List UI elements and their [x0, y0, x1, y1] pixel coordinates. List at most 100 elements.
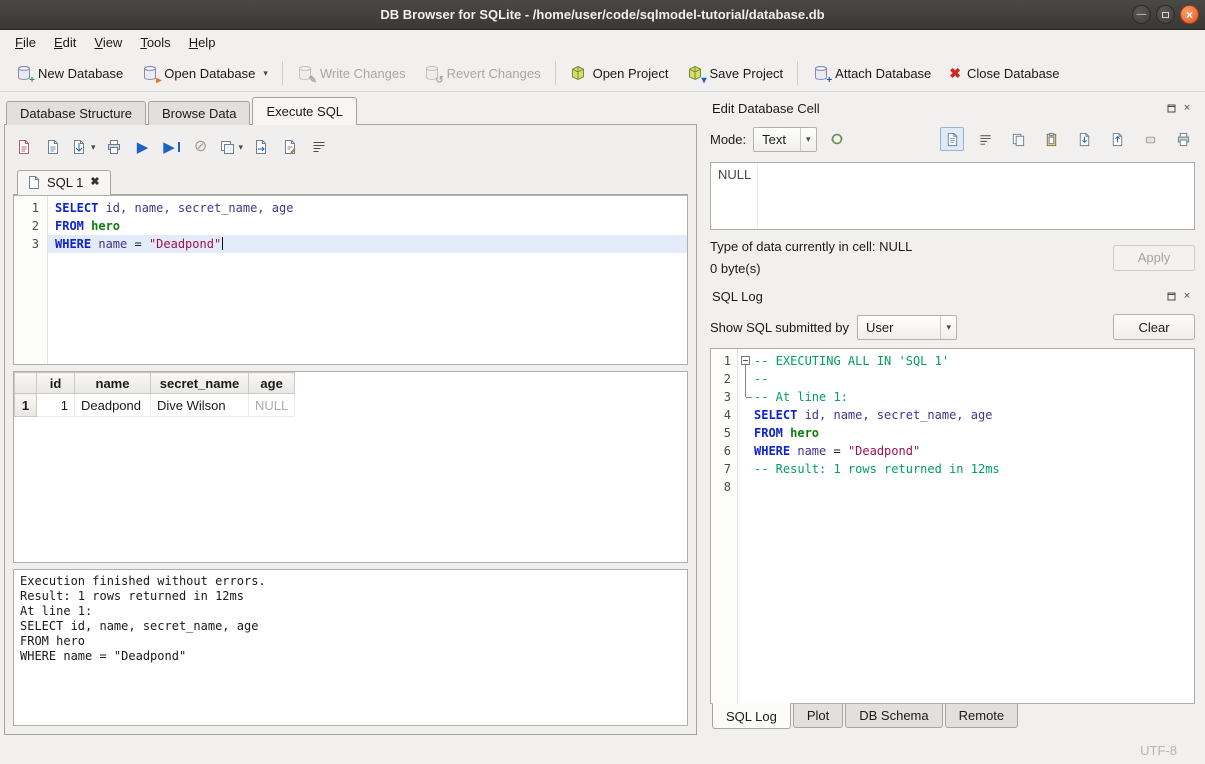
- sql-doc-tab-close-icon[interactable]: ✖: [90, 177, 99, 188]
- sql-editor[interactable]: 1 2 3 SELECT id, name, secret_name, age …: [13, 195, 688, 365]
- open-query-tab-dropdown-icon[interactable]: ▾: [239, 142, 244, 153]
- maximize-button[interactable]: [1156, 5, 1175, 24]
- menu-view[interactable]: View: [85, 32, 131, 53]
- import-icon: [1077, 132, 1092, 147]
- cell-id[interactable]: 1: [37, 394, 75, 417]
- corner-header[interactable]: [15, 373, 37, 394]
- results-header-row: id name secret_name age: [15, 373, 295, 394]
- edit-cell-float-icon[interactable]: [1163, 101, 1179, 115]
- open-database-button[interactable]: ▸ Open Database ▾: [132, 58, 277, 88]
- menu-tools[interactable]: Tools: [131, 32, 179, 53]
- editor-code-area[interactable]: SELECT id, name, secret_name, age FROM h…: [48, 196, 687, 364]
- sql-doc-icon: [28, 176, 40, 189]
- mode-dropdown-icon: ▾: [800, 128, 816, 151]
- apply-button[interactable]: Apply: [1113, 245, 1195, 271]
- menu-edit[interactable]: Edit: [45, 32, 85, 53]
- results-grid[interactable]: id name secret_name age 1 1 Deadpond Div…: [13, 371, 688, 563]
- menu-file[interactable]: File: [6, 32, 45, 53]
- sql-toolbar: ▾ ▶ ▶ ⊘: [13, 133, 688, 161]
- save-sql-file-as-button[interactable]: ▾: [71, 135, 96, 159]
- close-database-icon: ✖: [949, 65, 961, 82]
- log-line: WHERE name = "Deadpond": [738, 442, 1194, 460]
- cell-editor[interactable]: NULL: [710, 162, 1195, 230]
- save-project-button[interactable]: ▾ Save Project: [677, 58, 792, 88]
- export-results-button[interactable]: [250, 135, 272, 159]
- log-filter-value: User: [866, 320, 893, 335]
- cell-secret-name[interactable]: Dive Wilson: [151, 394, 249, 417]
- tab-remote[interactable]: Remote: [945, 704, 1019, 728]
- format-sql-button[interactable]: [279, 135, 301, 159]
- mode-select[interactable]: Text ▾: [753, 127, 816, 152]
- cell-name[interactable]: Deadpond: [75, 394, 151, 417]
- set-null-button[interactable]: [1138, 127, 1162, 151]
- log-filter-label: Show SQL submitted by: [710, 320, 849, 335]
- column-header-name[interactable]: name: [75, 373, 151, 394]
- tab-database-structure[interactable]: Database Structure: [6, 101, 146, 125]
- write-changes-button[interactable]: ✎ Write Changes: [288, 58, 415, 88]
- open-project-button[interactable]: Open Project: [561, 58, 678, 88]
- log-filter-select[interactable]: User ▾: [857, 315, 957, 340]
- write-changes-icon: ✎: [297, 65, 314, 82]
- close-database-button[interactable]: ✖ Close Database: [940, 58, 1068, 88]
- editor-current-line: WHERE name = "Deadpond": [48, 235, 687, 253]
- clear-log-button[interactable]: Clear: [1113, 314, 1195, 340]
- sql-log-float-icon[interactable]: [1163, 289, 1179, 303]
- close-button[interactable]: ×: [1180, 5, 1199, 24]
- attach-database-button[interactable]: + Attach Database: [803, 58, 940, 88]
- tab-db-schema[interactable]: DB Schema: [845, 704, 942, 728]
- new-database-button[interactable]: + New Database: [6, 58, 132, 88]
- sql-log-filter-row: Show SQL submitted by User ▾ Clear: [710, 314, 1195, 340]
- fold-marker-icon[interactable]: [738, 352, 754, 370]
- sql-log-viewer[interactable]: 1 2 3 4 5 6 7 8 -- EXECUTING ALL IN 'SQL…: [710, 348, 1195, 704]
- stop-icon: ⊘: [194, 139, 207, 155]
- tab-plot[interactable]: Plot: [793, 704, 843, 728]
- menu-help[interactable]: Help: [180, 32, 225, 53]
- print-sql-button[interactable]: [103, 135, 125, 159]
- import-cell-data-button[interactable]: [1072, 127, 1096, 151]
- main-area: Database Structure Browse Data Execute S…: [0, 92, 1205, 737]
- open-query-tab-button[interactable]: ▾: [219, 135, 244, 159]
- text-cursor: [222, 237, 223, 250]
- table-row[interactable]: 1 1 Deadpond Dive Wilson NULL: [15, 394, 295, 417]
- close-icon: ×: [1186, 9, 1193, 21]
- sql-log-close-icon[interactable]: ×: [1179, 289, 1195, 303]
- format-sql-icon: [282, 139, 298, 155]
- message-line: FROM hero: [20, 634, 681, 649]
- message-line: Execution finished without errors.: [20, 574, 681, 589]
- titlebar[interactable]: DB Browser for SQLite - /home/user/code/…: [0, 0, 1205, 30]
- log-code-area: -- EXECUTING ALL IN 'SQL 1' -- -- At lin…: [738, 349, 1194, 703]
- column-header-secret-name[interactable]: secret_name: [151, 373, 249, 394]
- print-cell-button[interactable]: [1171, 127, 1195, 151]
- execute-current-line-button[interactable]: ▶: [161, 135, 183, 159]
- execute-all-button[interactable]: ▶: [132, 135, 154, 159]
- word-wrap-button[interactable]: [308, 135, 330, 159]
- export-cell-data-button[interactable]: [1105, 127, 1129, 151]
- save-sql-dropdown-icon[interactable]: ▾: [91, 142, 96, 153]
- new-database-label: New Database: [38, 66, 123, 81]
- sql-doc-tab[interactable]: SQL 1 ✖: [17, 170, 111, 195]
- tab-execute-sql[interactable]: Execute SQL: [252, 97, 357, 125]
- save-sql-file-button[interactable]: [42, 135, 64, 159]
- cell-age[interactable]: NULL: [249, 394, 295, 417]
- column-header-age[interactable]: age: [249, 373, 295, 394]
- open-database-dropdown-icon[interactable]: ▾: [263, 68, 268, 79]
- tab-browse-data[interactable]: Browse Data: [148, 101, 250, 125]
- edit-cell-close-icon[interactable]: ×: [1179, 101, 1195, 115]
- row-header[interactable]: 1: [15, 394, 37, 417]
- revert-changes-button[interactable]: ↺ Revert Changes: [415, 58, 550, 88]
- maximize-icon: [1162, 12, 1169, 18]
- tab-sql-log[interactable]: SQL Log: [712, 703, 791, 729]
- open-sql-file-button[interactable]: [13, 135, 35, 159]
- word-wrap-cell-button[interactable]: [973, 127, 997, 151]
- paste-icon: [1044, 132, 1059, 147]
- bottom-tab-bar: SQL Log Plot DB Schema Remote: [710, 704, 1195, 731]
- text-view-button[interactable]: [940, 127, 964, 151]
- execution-message-pane[interactable]: Execution finished without errors. Resul…: [13, 569, 688, 726]
- toolbar-separator: [555, 61, 556, 85]
- copy-cell-button[interactable]: [1006, 127, 1030, 151]
- paste-cell-button[interactable]: [1039, 127, 1063, 151]
- auto-switch-mode-button[interactable]: [824, 127, 851, 152]
- stop-execution-button[interactable]: ⊘: [190, 135, 212, 159]
- minimize-button[interactable]: —: [1132, 5, 1151, 24]
- column-header-id[interactable]: id: [37, 373, 75, 394]
